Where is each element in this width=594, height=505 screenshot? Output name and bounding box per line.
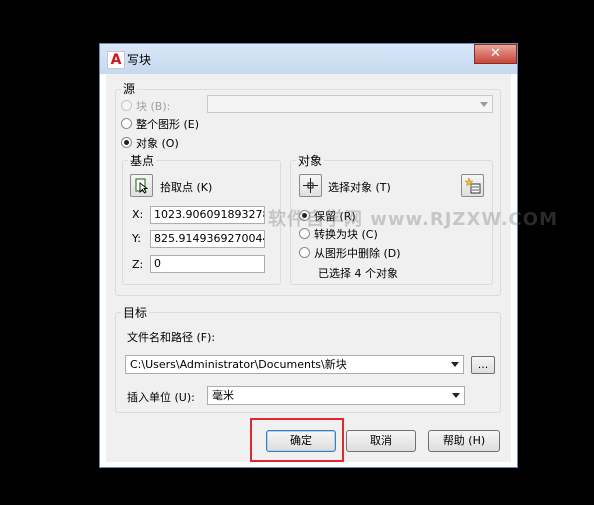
z-coordinate-input[interactable]: 0	[150, 255, 265, 273]
x-label: X:	[132, 208, 144, 221]
radio-block[interactable]	[121, 100, 132, 111]
window-title: 写块	[127, 53, 152, 67]
pick-point-button[interactable]	[130, 174, 153, 197]
autocad-app-icon: A	[107, 51, 125, 69]
selection-status: 已选择 4 个对象	[318, 267, 398, 280]
y-label: Y:	[132, 232, 141, 245]
insert-units-label: 插入单位 (U):	[127, 391, 195, 404]
watermark: 软件自学网 www.RJZXW.COM	[268, 209, 558, 230]
radio-objects-label: 对象 (O)	[136, 137, 179, 150]
radio-delete-from-drawing-label: 从图形中删除 (D)	[314, 247, 401, 260]
base-point-group-label: 基点	[128, 152, 157, 169]
filename-value: C:\Users\Administrator\Documents\新块	[130, 358, 347, 371]
close-button[interactable]: ✕	[474, 44, 517, 64]
block-name-combo[interactable]	[207, 95, 493, 113]
highlight-box	[250, 418, 344, 462]
destination-group-label: 目标	[121, 304, 150, 321]
source-group-label: 源	[121, 80, 138, 97]
y-coordinate-input[interactable]: 825.9149369270044	[150, 230, 265, 248]
insert-units-combo[interactable]: 毫米	[207, 386, 465, 405]
pick-point-icon	[135, 178, 149, 194]
pick-point-label: 拾取点 (K)	[160, 181, 213, 194]
radio-objects[interactable]	[121, 137, 132, 148]
cancel-button[interactable]: 取消	[346, 430, 416, 452]
title-bar[interactable]	[100, 44, 517, 74]
quick-select-icon	[464, 177, 481, 194]
x-coordinate-input[interactable]: 1023.906091893278	[150, 206, 265, 224]
z-label: Z:	[132, 258, 144, 271]
crosshair-icon	[303, 178, 318, 193]
filename-label: 文件名和路径 (F):	[127, 331, 216, 344]
radio-block-label: 块 (B):	[136, 100, 171, 113]
browse-button[interactable]: ...	[471, 356, 495, 374]
radio-whole-drawing-label: 整个图形 (E)	[136, 118, 200, 131]
select-objects-label: 选择对象 (T)	[328, 181, 391, 194]
radio-whole-drawing[interactable]	[121, 118, 132, 129]
select-objects-button[interactable]	[299, 174, 322, 197]
objects-group-label: 对象	[296, 152, 325, 169]
help-button[interactable]: 帮助 (H)	[428, 430, 500, 452]
filename-combo[interactable]: C:\Users\Administrator\Documents\新块	[125, 355, 464, 374]
close-icon: ✕	[490, 46, 501, 61]
insert-units-value: 毫米	[212, 389, 234, 402]
quick-select-button[interactable]	[461, 174, 484, 197]
radio-delete-from-drawing[interactable]	[299, 247, 310, 258]
